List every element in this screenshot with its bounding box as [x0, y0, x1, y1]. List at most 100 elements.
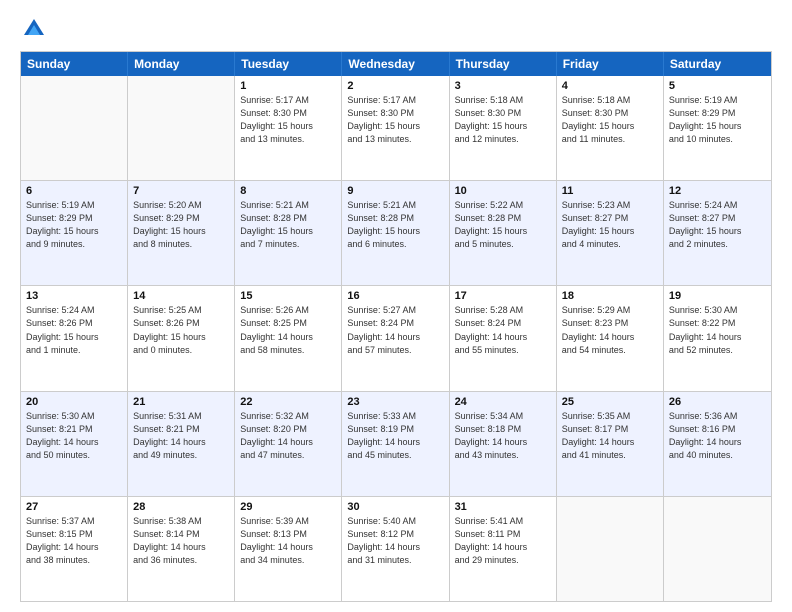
day-number: 20 [26, 396, 122, 408]
day-info: Sunrise: 5:34 AM Sunset: 8:18 PM Dayligh… [455, 410, 551, 462]
calendar-row: 6 Sunrise: 5:19 AM Sunset: 8:29 PM Daylig… [21, 180, 771, 285]
day-info: Sunrise: 5:19 AM Sunset: 8:29 PM Dayligh… [26, 199, 122, 251]
day-info: Sunrise: 5:27 AM Sunset: 8:24 PM Dayligh… [347, 304, 443, 356]
day-cell: 7 Sunrise: 5:20 AM Sunset: 8:29 PM Daylig… [128, 181, 235, 285]
day-info: Sunrise: 5:19 AM Sunset: 8:29 PM Dayligh… [669, 94, 766, 146]
day-number: 2 [347, 80, 443, 92]
day-number: 6 [26, 185, 122, 197]
day-cell: 24Sunrise: 5:34 AM Sunset: 8:18 PM Dayli… [450, 392, 557, 496]
header-cell-monday: Monday [128, 52, 235, 76]
day-cell: 21 Sunrise: 5:31 AM Sunset: 8:21 PM Dayli… [128, 392, 235, 496]
empty-cell [21, 76, 128, 180]
day-info: Sunrise: 5:26 AM Sunset: 8:25 PM Dayligh… [240, 304, 336, 356]
day-cell: 28 Sunrise: 5:38 AM Sunset: 8:14 PM Dayli… [128, 497, 235, 601]
day-cell: 17 Sunrise: 5:28 AM Sunset: 8:24 PM Dayli… [450, 286, 557, 390]
calendar-header: SundayMondayTuesdayWednesdayThursdayFrid… [21, 52, 771, 76]
day-info: Sunrise: 5:37 AM Sunset: 8:15 PM Dayligh… [26, 515, 122, 567]
day-info: Sunrise: 5:18 AM Sunset: 8:30 PM Dayligh… [562, 94, 658, 146]
day-cell: 31Sunrise: 5:41 AM Sunset: 8:11 PM Dayli… [450, 497, 557, 601]
calendar-row: 27 Sunrise: 5:37 AM Sunset: 8:15 PM Dayli… [21, 496, 771, 601]
calendar-row: 20Sunrise: 5:30 AM Sunset: 8:21 PM Dayli… [21, 391, 771, 496]
day-info: Sunrise: 5:33 AM Sunset: 8:19 PM Dayligh… [347, 410, 443, 462]
day-number: 28 [133, 501, 229, 513]
day-info: Sunrise: 5:36 AM Sunset: 8:16 PM Dayligh… [669, 410, 766, 462]
day-number: 30 [347, 501, 443, 513]
day-cell: 16 Sunrise: 5:27 AM Sunset: 8:24 PM Dayli… [342, 286, 449, 390]
header-cell-tuesday: Tuesday [235, 52, 342, 76]
day-number: 14 [133, 290, 229, 302]
day-info: Sunrise: 5:18 AM Sunset: 8:30 PM Dayligh… [455, 94, 551, 146]
day-info: Sunrise: 5:22 AM Sunset: 8:28 PM Dayligh… [455, 199, 551, 251]
day-info: Sunrise: 5:17 AM Sunset: 8:30 PM Dayligh… [240, 94, 336, 146]
day-info: Sunrise: 5:39 AM Sunset: 8:13 PM Dayligh… [240, 515, 336, 567]
day-cell: 27 Sunrise: 5:37 AM Sunset: 8:15 PM Dayli… [21, 497, 128, 601]
day-cell: 9 Sunrise: 5:21 AM Sunset: 8:28 PM Daylig… [342, 181, 449, 285]
day-info: Sunrise: 5:24 AM Sunset: 8:26 PM Dayligh… [26, 304, 122, 356]
day-number: 9 [347, 185, 443, 197]
day-number: 26 [669, 396, 766, 408]
day-info: Sunrise: 5:21 AM Sunset: 8:28 PM Dayligh… [240, 199, 336, 251]
day-cell: 20Sunrise: 5:30 AM Sunset: 8:21 PM Dayli… [21, 392, 128, 496]
day-cell: 5 Sunrise: 5:19 AM Sunset: 8:29 PM Daylig… [664, 76, 771, 180]
header-cell-friday: Friday [557, 52, 664, 76]
header-cell-sunday: Sunday [21, 52, 128, 76]
day-cell: 10 Sunrise: 5:22 AM Sunset: 8:28 PM Dayli… [450, 181, 557, 285]
day-cell: 18Sunrise: 5:29 AM Sunset: 8:23 PM Dayli… [557, 286, 664, 390]
day-info: Sunrise: 5:29 AM Sunset: 8:23 PM Dayligh… [562, 304, 658, 356]
day-cell: 11 Sunrise: 5:23 AM Sunset: 8:27 PM Dayli… [557, 181, 664, 285]
day-number: 27 [26, 501, 122, 513]
day-info: Sunrise: 5:38 AM Sunset: 8:14 PM Dayligh… [133, 515, 229, 567]
calendar-body: 1Sunrise: 5:17 AM Sunset: 8:30 PM Daylig… [21, 76, 771, 601]
day-number: 4 [562, 80, 658, 92]
day-info: Sunrise: 5:40 AM Sunset: 8:12 PM Dayligh… [347, 515, 443, 567]
day-number: 17 [455, 290, 551, 302]
day-info: Sunrise: 5:20 AM Sunset: 8:29 PM Dayligh… [133, 199, 229, 251]
day-number: 16 [347, 290, 443, 302]
day-number: 5 [669, 80, 766, 92]
empty-cell [557, 497, 664, 601]
day-number: 11 [562, 185, 658, 197]
day-number: 10 [455, 185, 551, 197]
day-info: Sunrise: 5:25 AM Sunset: 8:26 PM Dayligh… [133, 304, 229, 356]
day-cell: 6 Sunrise: 5:19 AM Sunset: 8:29 PM Daylig… [21, 181, 128, 285]
calendar-row: 13 Sunrise: 5:24 AM Sunset: 8:26 PM Dayli… [21, 285, 771, 390]
day-number: 13 [26, 290, 122, 302]
day-info: Sunrise: 5:32 AM Sunset: 8:20 PM Dayligh… [240, 410, 336, 462]
day-number: 8 [240, 185, 336, 197]
page: SundayMondayTuesdayWednesdayThursdayFrid… [0, 0, 792, 612]
day-cell: 2 Sunrise: 5:17 AM Sunset: 8:30 PM Daylig… [342, 76, 449, 180]
day-cell: 26 Sunrise: 5:36 AM Sunset: 8:16 PM Dayli… [664, 392, 771, 496]
day-cell: 15Sunrise: 5:26 AM Sunset: 8:25 PM Dayli… [235, 286, 342, 390]
day-cell: 25 Sunrise: 5:35 AM Sunset: 8:17 PM Dayli… [557, 392, 664, 496]
day-cell: 14 Sunrise: 5:25 AM Sunset: 8:26 PM Dayli… [128, 286, 235, 390]
day-cell: 3Sunrise: 5:18 AM Sunset: 8:30 PM Daylig… [450, 76, 557, 180]
logo-icon [20, 15, 48, 43]
day-number: 22 [240, 396, 336, 408]
day-number: 21 [133, 396, 229, 408]
calendar-row: 1Sunrise: 5:17 AM Sunset: 8:30 PM Daylig… [21, 76, 771, 180]
day-number: 29 [240, 501, 336, 513]
day-info: Sunrise: 5:21 AM Sunset: 8:28 PM Dayligh… [347, 199, 443, 251]
empty-cell [664, 497, 771, 601]
day-number: 31 [455, 501, 551, 513]
day-cell: 8 Sunrise: 5:21 AM Sunset: 8:28 PM Daylig… [235, 181, 342, 285]
day-number: 7 [133, 185, 229, 197]
day-info: Sunrise: 5:17 AM Sunset: 8:30 PM Dayligh… [347, 94, 443, 146]
day-cell: 22 Sunrise: 5:32 AM Sunset: 8:20 PM Dayli… [235, 392, 342, 496]
day-cell: 13 Sunrise: 5:24 AM Sunset: 8:26 PM Dayli… [21, 286, 128, 390]
header-cell-wednesday: Wednesday [342, 52, 449, 76]
day-number: 25 [562, 396, 658, 408]
day-info: Sunrise: 5:28 AM Sunset: 8:24 PM Dayligh… [455, 304, 551, 356]
day-info: Sunrise: 5:31 AM Sunset: 8:21 PM Dayligh… [133, 410, 229, 462]
day-cell: 12Sunrise: 5:24 AM Sunset: 8:27 PM Dayli… [664, 181, 771, 285]
empty-cell [128, 76, 235, 180]
header [20, 15, 772, 43]
day-cell: 23Sunrise: 5:33 AM Sunset: 8:19 PM Dayli… [342, 392, 449, 496]
header-cell-saturday: Saturday [664, 52, 771, 76]
day-cell: 1Sunrise: 5:17 AM Sunset: 8:30 PM Daylig… [235, 76, 342, 180]
day-info: Sunrise: 5:23 AM Sunset: 8:27 PM Dayligh… [562, 199, 658, 251]
day-number: 19 [669, 290, 766, 302]
calendar: SundayMondayTuesdayWednesdayThursdayFrid… [20, 51, 772, 602]
day-info: Sunrise: 5:24 AM Sunset: 8:27 PM Dayligh… [669, 199, 766, 251]
day-info: Sunrise: 5:35 AM Sunset: 8:17 PM Dayligh… [562, 410, 658, 462]
